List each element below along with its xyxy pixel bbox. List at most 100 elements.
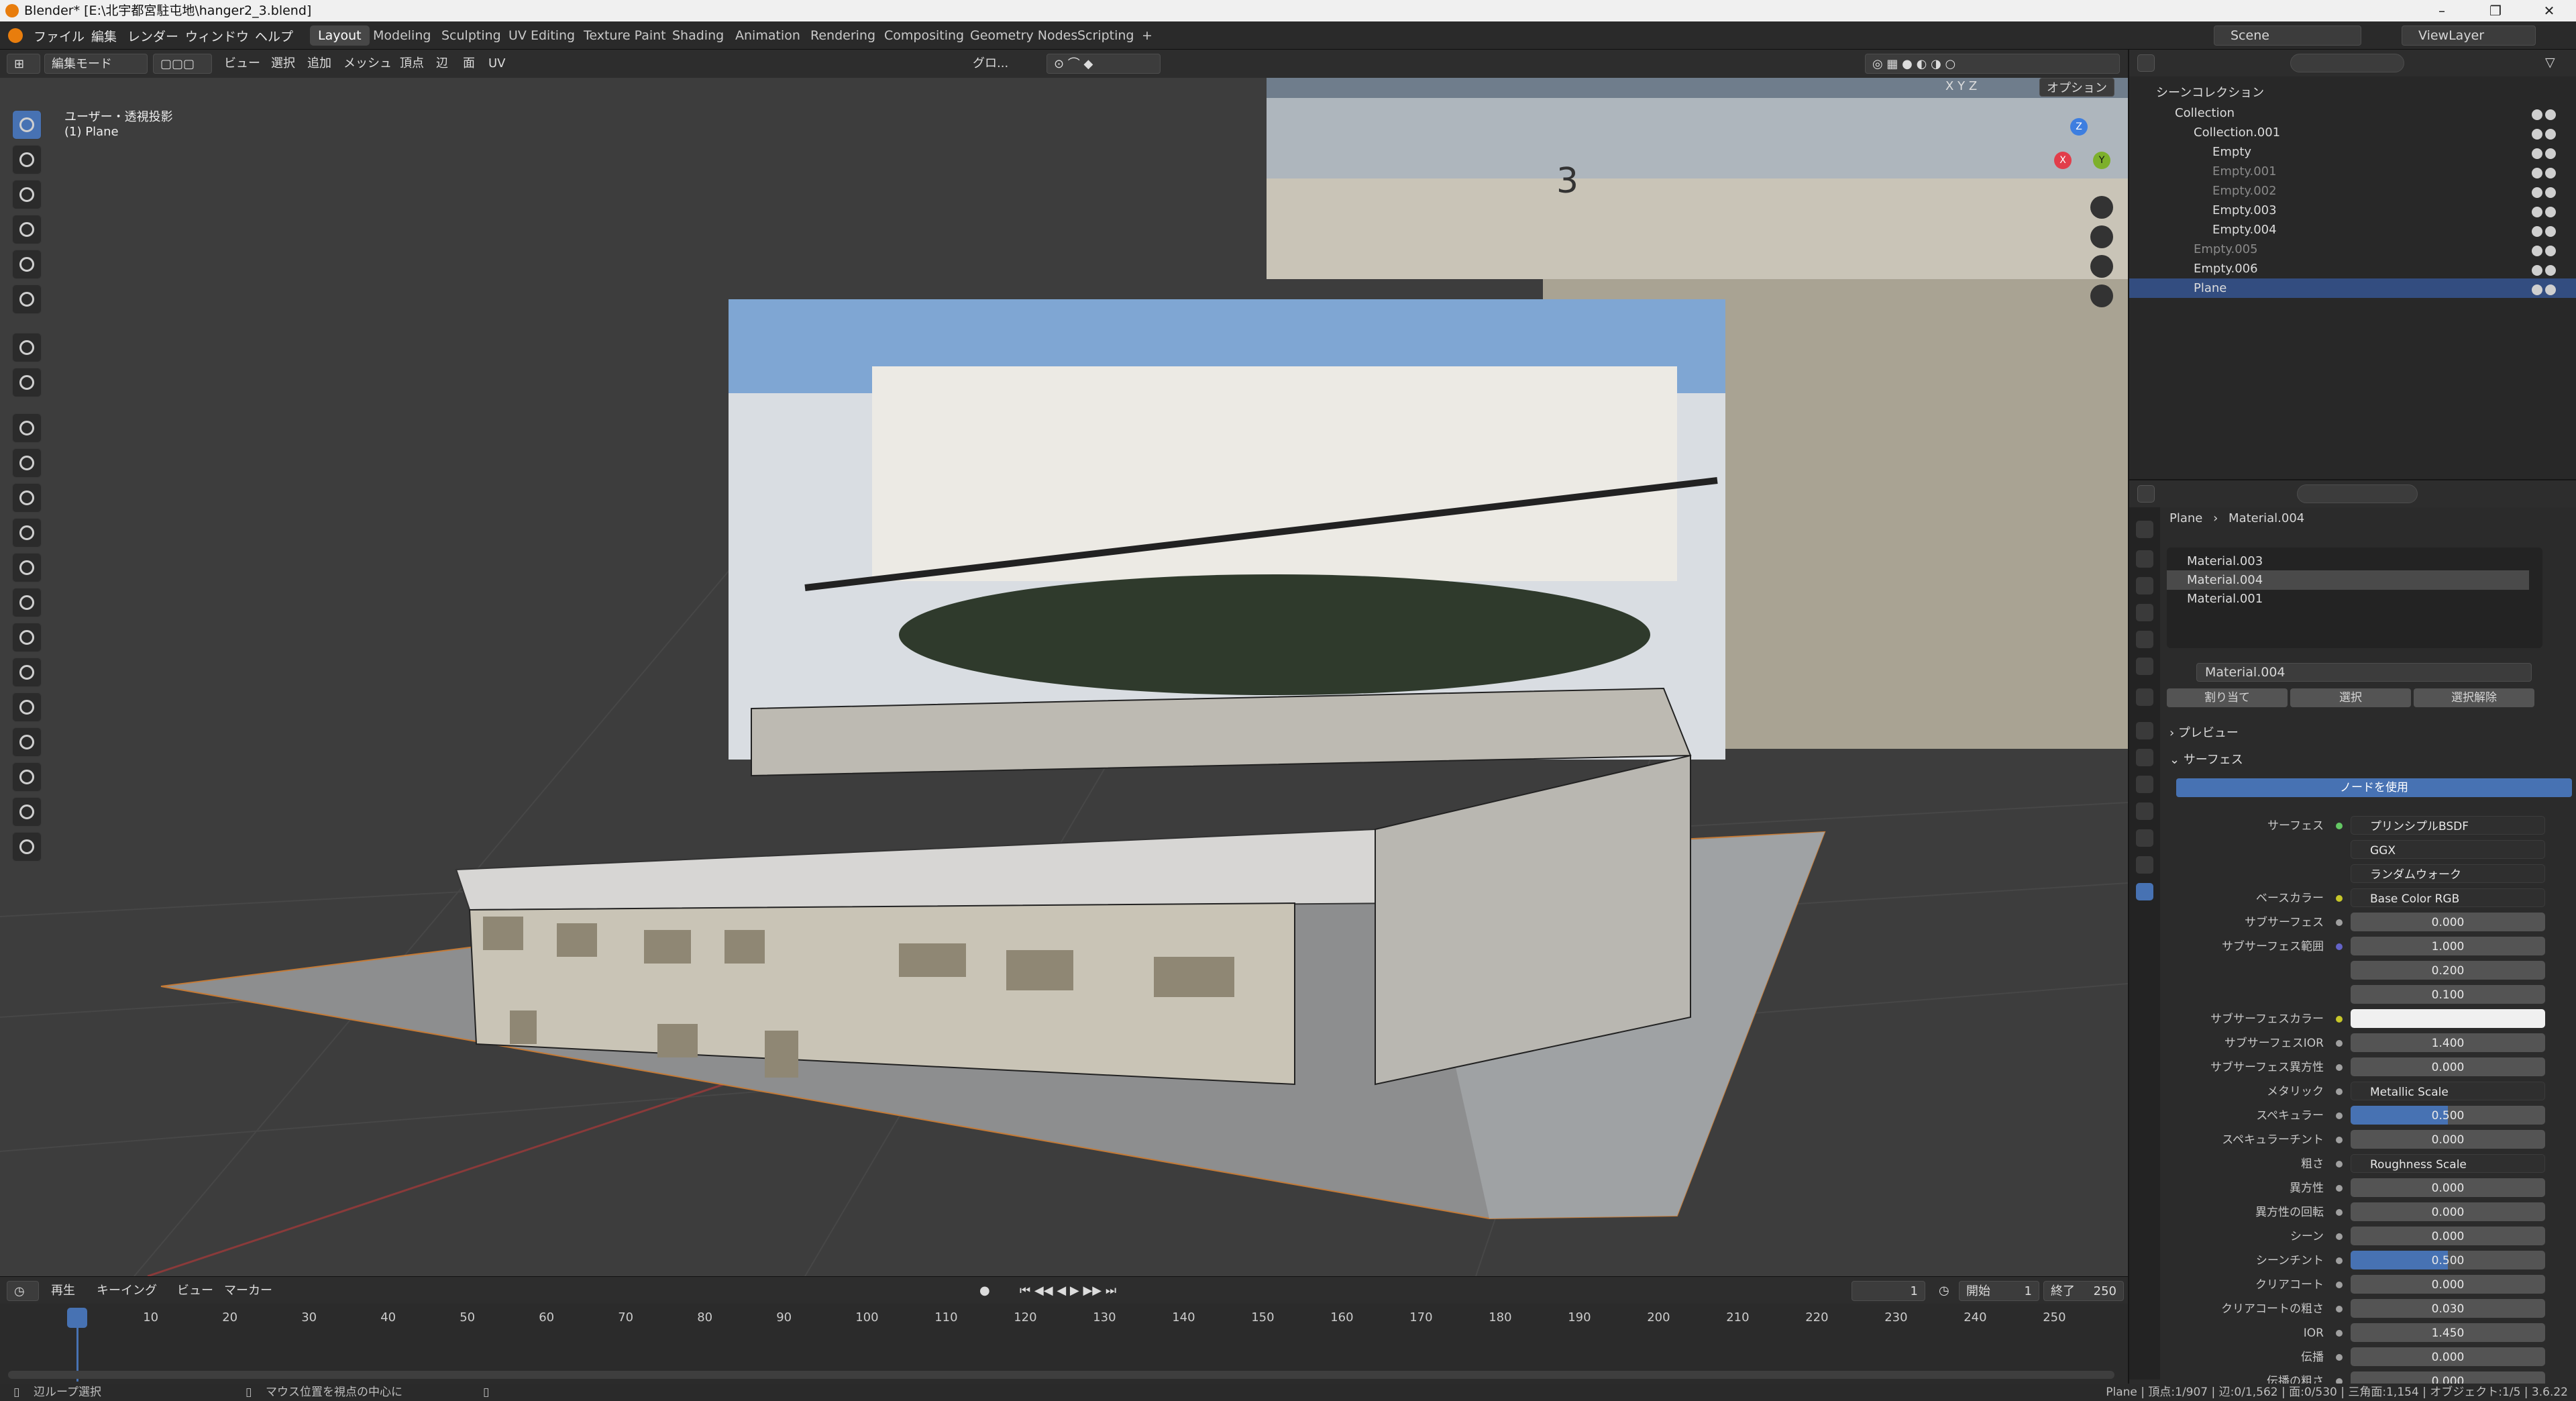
socket-icon[interactable] <box>2336 1354 2343 1361</box>
outliner-item[interactable]: Empty.001 <box>2129 162 2576 181</box>
camera-icon[interactable] <box>2545 168 2556 178</box>
socket-icon[interactable] <box>2336 919 2343 926</box>
eye-icon[interactable] <box>2532 187 2542 198</box>
options-menu[interactable]: オプション <box>2039 78 2114 97</box>
property-value[interactable]: Base Color RGB <box>2351 888 2545 907</box>
socket-icon[interactable] <box>2336 1064 2343 1071</box>
visibility-toggles[interactable] <box>2529 126 2569 140</box>
outliner-item[interactable]: Collection.001 <box>2129 123 2576 142</box>
socket-icon[interactable] <box>2336 1112 2343 1119</box>
outliner-item[interactable]: Collection <box>2129 103 2576 123</box>
visibility-toggles[interactable] <box>2529 262 2569 276</box>
material-slot[interactable]: Material.001 <box>2167 589 2529 609</box>
property-value[interactable]: 0.030 <box>2351 1299 2545 1318</box>
outliner-editor-type-icon[interactable] <box>2137 54 2155 72</box>
camera-icon[interactable] <box>2545 148 2556 159</box>
rip-tool-button[interactable] <box>12 832 42 862</box>
socket-icon[interactable] <box>2336 943 2343 950</box>
view-layer-tab-icon[interactable] <box>2136 604 2153 621</box>
pan-hand-icon[interactable] <box>2090 225 2113 248</box>
close-button[interactable]: ✕ <box>2522 0 2576 21</box>
property-value[interactable]: 0.000 <box>2351 913 2545 931</box>
menu-file[interactable]: ファイル <box>34 27 85 45</box>
eye-icon[interactable] <box>2532 284 2542 295</box>
current-frame-field[interactable]: 1 <box>1851 1281 1925 1301</box>
property-value[interactable]: 0.000 <box>2351 1130 2545 1149</box>
output-tab-icon[interactable] <box>2136 577 2153 594</box>
properties-search-input[interactable] <box>2297 484 2418 503</box>
menu-uv[interactable]: UV <box>482 54 513 74</box>
material-slot[interactable]: Material.003 <box>2167 552 2529 571</box>
camera-view-icon[interactable] <box>2090 255 2113 278</box>
constraints-tab-icon[interactable] <box>2136 829 2153 847</box>
gizmo-y-axis[interactable]: Y <box>2093 152 2110 169</box>
select-button[interactable]: 選択 <box>2290 688 2411 707</box>
select-tool-button[interactable] <box>12 110 42 140</box>
tab-compositing[interactable]: Compositing <box>876 25 972 46</box>
eye-icon[interactable] <box>2532 129 2542 140</box>
eye-icon[interactable] <box>2532 168 2542 178</box>
socket-icon[interactable] <box>2336 1282 2343 1288</box>
visibility-toggles[interactable] <box>2529 204 2569 217</box>
cursor-tool-button[interactable] <box>12 145 42 174</box>
mirror-z[interactable]: Z <box>1969 79 1977 93</box>
menu-mesh[interactable]: メッシュ <box>337 54 398 74</box>
playback-controls[interactable]: ⏮ ◀◀ ◀ ▶ ▶▶ ⏭ <box>1013 1281 1123 1301</box>
socket-icon[interactable] <box>2336 823 2343 829</box>
loop-cut-tool-button[interactable] <box>12 553 42 582</box>
use-nodes-button[interactable]: ノードを使用 <box>2176 778 2572 797</box>
zoom-icon[interactable] <box>2090 196 2113 219</box>
timeline-editor-type[interactable]: ◷ <box>7 1281 39 1301</box>
camera-icon[interactable] <box>2545 129 2556 140</box>
gizmo-z-axis[interactable]: Z <box>2070 118 2088 136</box>
tab-scripting[interactable]: Scripting <box>1069 25 1142 46</box>
socket-icon[interactable] <box>2336 1330 2343 1337</box>
menu-window[interactable]: ウィンドウ <box>185 27 249 45</box>
assign-button[interactable]: 割り当て <box>2167 688 2288 707</box>
visibility-toggles[interactable] <box>2529 146 2569 159</box>
socket-icon[interactable] <box>2336 1233 2343 1240</box>
record-button[interactable]: ● <box>973 1281 997 1301</box>
color-swatch[interactable] <box>2351 1009 2545 1028</box>
snap-tools[interactable]: ⊙ ⌒ ◆ <box>1046 54 1161 74</box>
menu-marker[interactable]: マーカー <box>217 1281 279 1301</box>
perspective-toggle-icon[interactable] <box>2090 284 2113 307</box>
visibility-toggles[interactable] <box>2529 243 2569 256</box>
scene-selector[interactable]: Scene <box>2214 25 2361 46</box>
camera-icon[interactable] <box>2545 187 2556 198</box>
socket-icon[interactable] <box>2336 1016 2343 1023</box>
outliner-item[interactable]: Empty.004 <box>2129 220 2576 240</box>
camera-icon[interactable] <box>2545 109 2556 120</box>
tab-uv-editing[interactable]: UV Editing <box>500 25 583 46</box>
visibility-toggles[interactable] <box>2529 107 2569 120</box>
world-tab-icon[interactable] <box>2136 658 2153 675</box>
socket-icon[interactable] <box>2336 1257 2343 1264</box>
menu-edge[interactable]: 辺 <box>429 54 455 74</box>
view-layer-selector[interactable]: ViewLayer <box>2402 25 2536 46</box>
camera-icon[interactable] <box>2545 207 2556 217</box>
properties-editor-type-icon[interactable] <box>2137 485 2155 503</box>
property-value[interactable]: 0.000 <box>2351 1057 2545 1076</box>
property-value[interactable]: 1.450 <box>2351 1323 2545 1342</box>
extrude-tool-button[interactable] <box>12 448 42 478</box>
tab-modeling[interactable]: Modeling <box>365 25 439 46</box>
edge-slide-tool-button[interactable] <box>12 727 42 757</box>
socket-icon[interactable] <box>2336 1088 2343 1095</box>
menu-add[interactable]: 追加 <box>301 54 338 74</box>
bevel-tool-button[interactable] <box>12 518 42 548</box>
physics-tab-icon[interactable] <box>2136 802 2153 820</box>
property-value[interactable]: Metallic Scale <box>2351 1082 2545 1100</box>
outliner-item[interactable]: Empty.006 <box>2129 259 2576 278</box>
outliner-item[interactable]: Empty.005 <box>2129 240 2576 259</box>
tab-geometry-nodes[interactable]: Geometry Nodes <box>962 25 1085 46</box>
mirror-axes[interactable]: X Y Z <box>1945 79 1977 93</box>
tab-layout[interactable]: Layout <box>310 25 370 46</box>
spin-tool-button[interactable] <box>12 658 42 687</box>
poly-build-tool-button[interactable] <box>12 623 42 652</box>
mirror-x[interactable]: X <box>1945 79 1953 93</box>
property-value[interactable]: 1.400 <box>2351 1033 2545 1052</box>
tool-tab-icon[interactable] <box>2136 521 2153 538</box>
property-value[interactable]: プリンシプルBSDF <box>2351 816 2545 835</box>
material-slot-active[interactable]: Material.004 <box>2167 570 2529 590</box>
shading-buttons[interactable]: ◎ ▦ ● ◐ ◑ ○ <box>1865 54 2120 74</box>
